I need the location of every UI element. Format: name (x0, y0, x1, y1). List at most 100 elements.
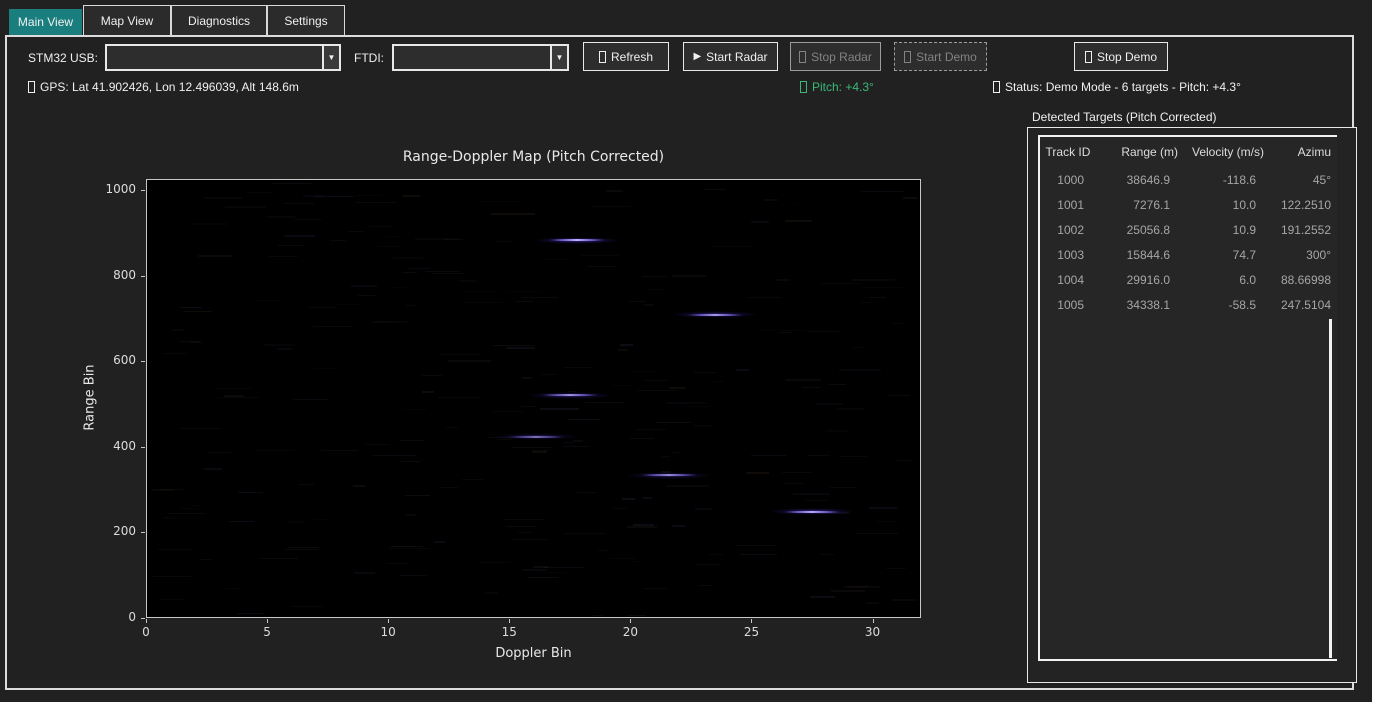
noise-speck (568, 419, 600, 420)
table-cell: 247.5104 (1268, 298, 1335, 312)
pitch-indicator: Pitch: +4.3° (800, 80, 874, 94)
y-tick-label: 400 (94, 439, 136, 453)
table-row[interactable]: 100225056.810.9191.2552 (1040, 217, 1337, 242)
missing-glyph-icon (599, 51, 606, 63)
missing-glyph-icon (28, 81, 35, 93)
chart-title: Range-Doppler Map (Pitch Corrected) (146, 149, 921, 165)
table-row[interactable]: 100534338.1-58.5247.5104 (1040, 292, 1337, 317)
noise-speck (267, 216, 296, 218)
noise-speck (238, 492, 263, 493)
noise-speck (151, 489, 174, 491)
start-radar-button[interactable]: ▶ Start Radar (683, 42, 778, 71)
tab-settings-label: Settings (284, 14, 327, 28)
y-axis-label: Range Bin (83, 348, 98, 448)
noise-speck (819, 554, 834, 555)
target-streak (541, 394, 599, 396)
noise-speck (353, 485, 364, 487)
noise-speck (446, 427, 458, 428)
table-cell: 15844.6 (1096, 248, 1182, 262)
table-row[interactable]: 100429916.06.088.66998 (1040, 267, 1337, 292)
noise-speck (836, 408, 864, 410)
x-tick (751, 619, 752, 623)
noise-speck (347, 231, 365, 232)
noise-speck (581, 255, 619, 256)
chevron-down-icon[interactable]: ▼ (550, 46, 567, 69)
stop-demo-button[interactable]: Stop Demo (1074, 42, 1168, 71)
x-axis-label: Doppler Bin (146, 646, 921, 661)
noise-speck (506, 347, 535, 349)
noise-speck (740, 554, 777, 555)
noise-speck (708, 554, 724, 555)
noise-speck (506, 291, 541, 292)
noise-speck (703, 189, 726, 190)
noise-speck (399, 575, 427, 576)
noise-speck (354, 572, 375, 574)
targets-table[interactable]: Track IDRange (m)Velocity (m/s)Azimu1000… (1038, 135, 1337, 661)
noise-speck (480, 562, 510, 563)
tab-main-view[interactable]: Main View (9, 9, 82, 35)
noise-speck (390, 287, 407, 288)
table-row[interactable]: 100038646.9-118.645° (1040, 167, 1337, 192)
noise-speck (630, 438, 654, 439)
play-icon: ▶ (693, 51, 701, 62)
noise-speck (313, 326, 353, 327)
ftdi-combobox-value (394, 46, 550, 69)
table-scrollbar[interactable] (1329, 319, 1332, 658)
noise-speck (284, 203, 314, 204)
noise-speck (288, 547, 318, 548)
x-tick (873, 619, 874, 623)
table-cell: 122.2510 (1268, 198, 1335, 212)
noise-speck (462, 479, 484, 480)
noise-speck (751, 455, 786, 456)
noise-speck (284, 235, 315, 237)
table-cell: 1000 (1040, 173, 1096, 187)
noise-speck (208, 452, 231, 453)
stop-radar-button[interactable]: Stop Radar (790, 42, 881, 71)
missing-glyph-icon (1085, 51, 1092, 63)
noise-speck (369, 226, 393, 227)
gps-status-text: GPS: Lat 41.902426, Lon 12.496039, Alt 1… (40, 80, 299, 94)
noise-speck (393, 257, 423, 259)
range-doppler-plot (146, 179, 921, 618)
noise-speck (782, 472, 812, 473)
tab-map-view[interactable]: Map View (83, 5, 171, 35)
chevron-down-icon[interactable]: ▼ (322, 46, 339, 69)
x-tick (267, 619, 268, 623)
y-tick (141, 447, 145, 448)
refresh-button-label: Refresh (611, 50, 653, 64)
ftdi-combobox[interactable]: ▼ (392, 44, 569, 71)
y-tick (141, 532, 145, 533)
noise-speck (462, 302, 504, 303)
noise-speck (285, 549, 320, 550)
tab-settings[interactable]: Settings (267, 5, 345, 35)
y-tick (141, 190, 145, 191)
noise-speck (810, 596, 834, 598)
noise-speck (461, 291, 500, 292)
noise-speck (405, 495, 431, 496)
x-tick-label: 10 (368, 625, 408, 639)
y-tick-label: 600 (94, 353, 136, 367)
stm32-usb-combobox[interactable]: ▼ (105, 44, 341, 71)
refresh-button[interactable]: Refresh (583, 42, 669, 71)
stop-demo-button-label: Stop Demo (1097, 50, 1157, 64)
pitch-indicator-text: Pitch: +4.3° (812, 80, 874, 94)
table-row[interactable]: 10017276.110.0122.2510 (1040, 192, 1337, 217)
noise-speck (669, 387, 685, 389)
noise-speck (644, 380, 668, 381)
table-row[interactable]: 100315844.674.7300° (1040, 242, 1337, 267)
noise-speck (563, 367, 593, 368)
noise-speck (644, 588, 667, 589)
noise-speck (618, 349, 628, 351)
noise-speck (388, 548, 430, 549)
y-tick (141, 276, 145, 277)
table-cell: 74.7 (1182, 248, 1268, 262)
tab-diagnostics[interactable]: Diagnostics (171, 5, 267, 35)
noise-speck (314, 368, 337, 369)
noise-speck (518, 532, 532, 533)
noise-speck (870, 297, 885, 298)
noise-speck (785, 220, 811, 222)
noise-speck (785, 379, 820, 381)
noise-speck (522, 377, 533, 379)
start-demo-button[interactable]: Start Demo (894, 42, 987, 71)
start-demo-button-label: Start Demo (916, 50, 977, 64)
